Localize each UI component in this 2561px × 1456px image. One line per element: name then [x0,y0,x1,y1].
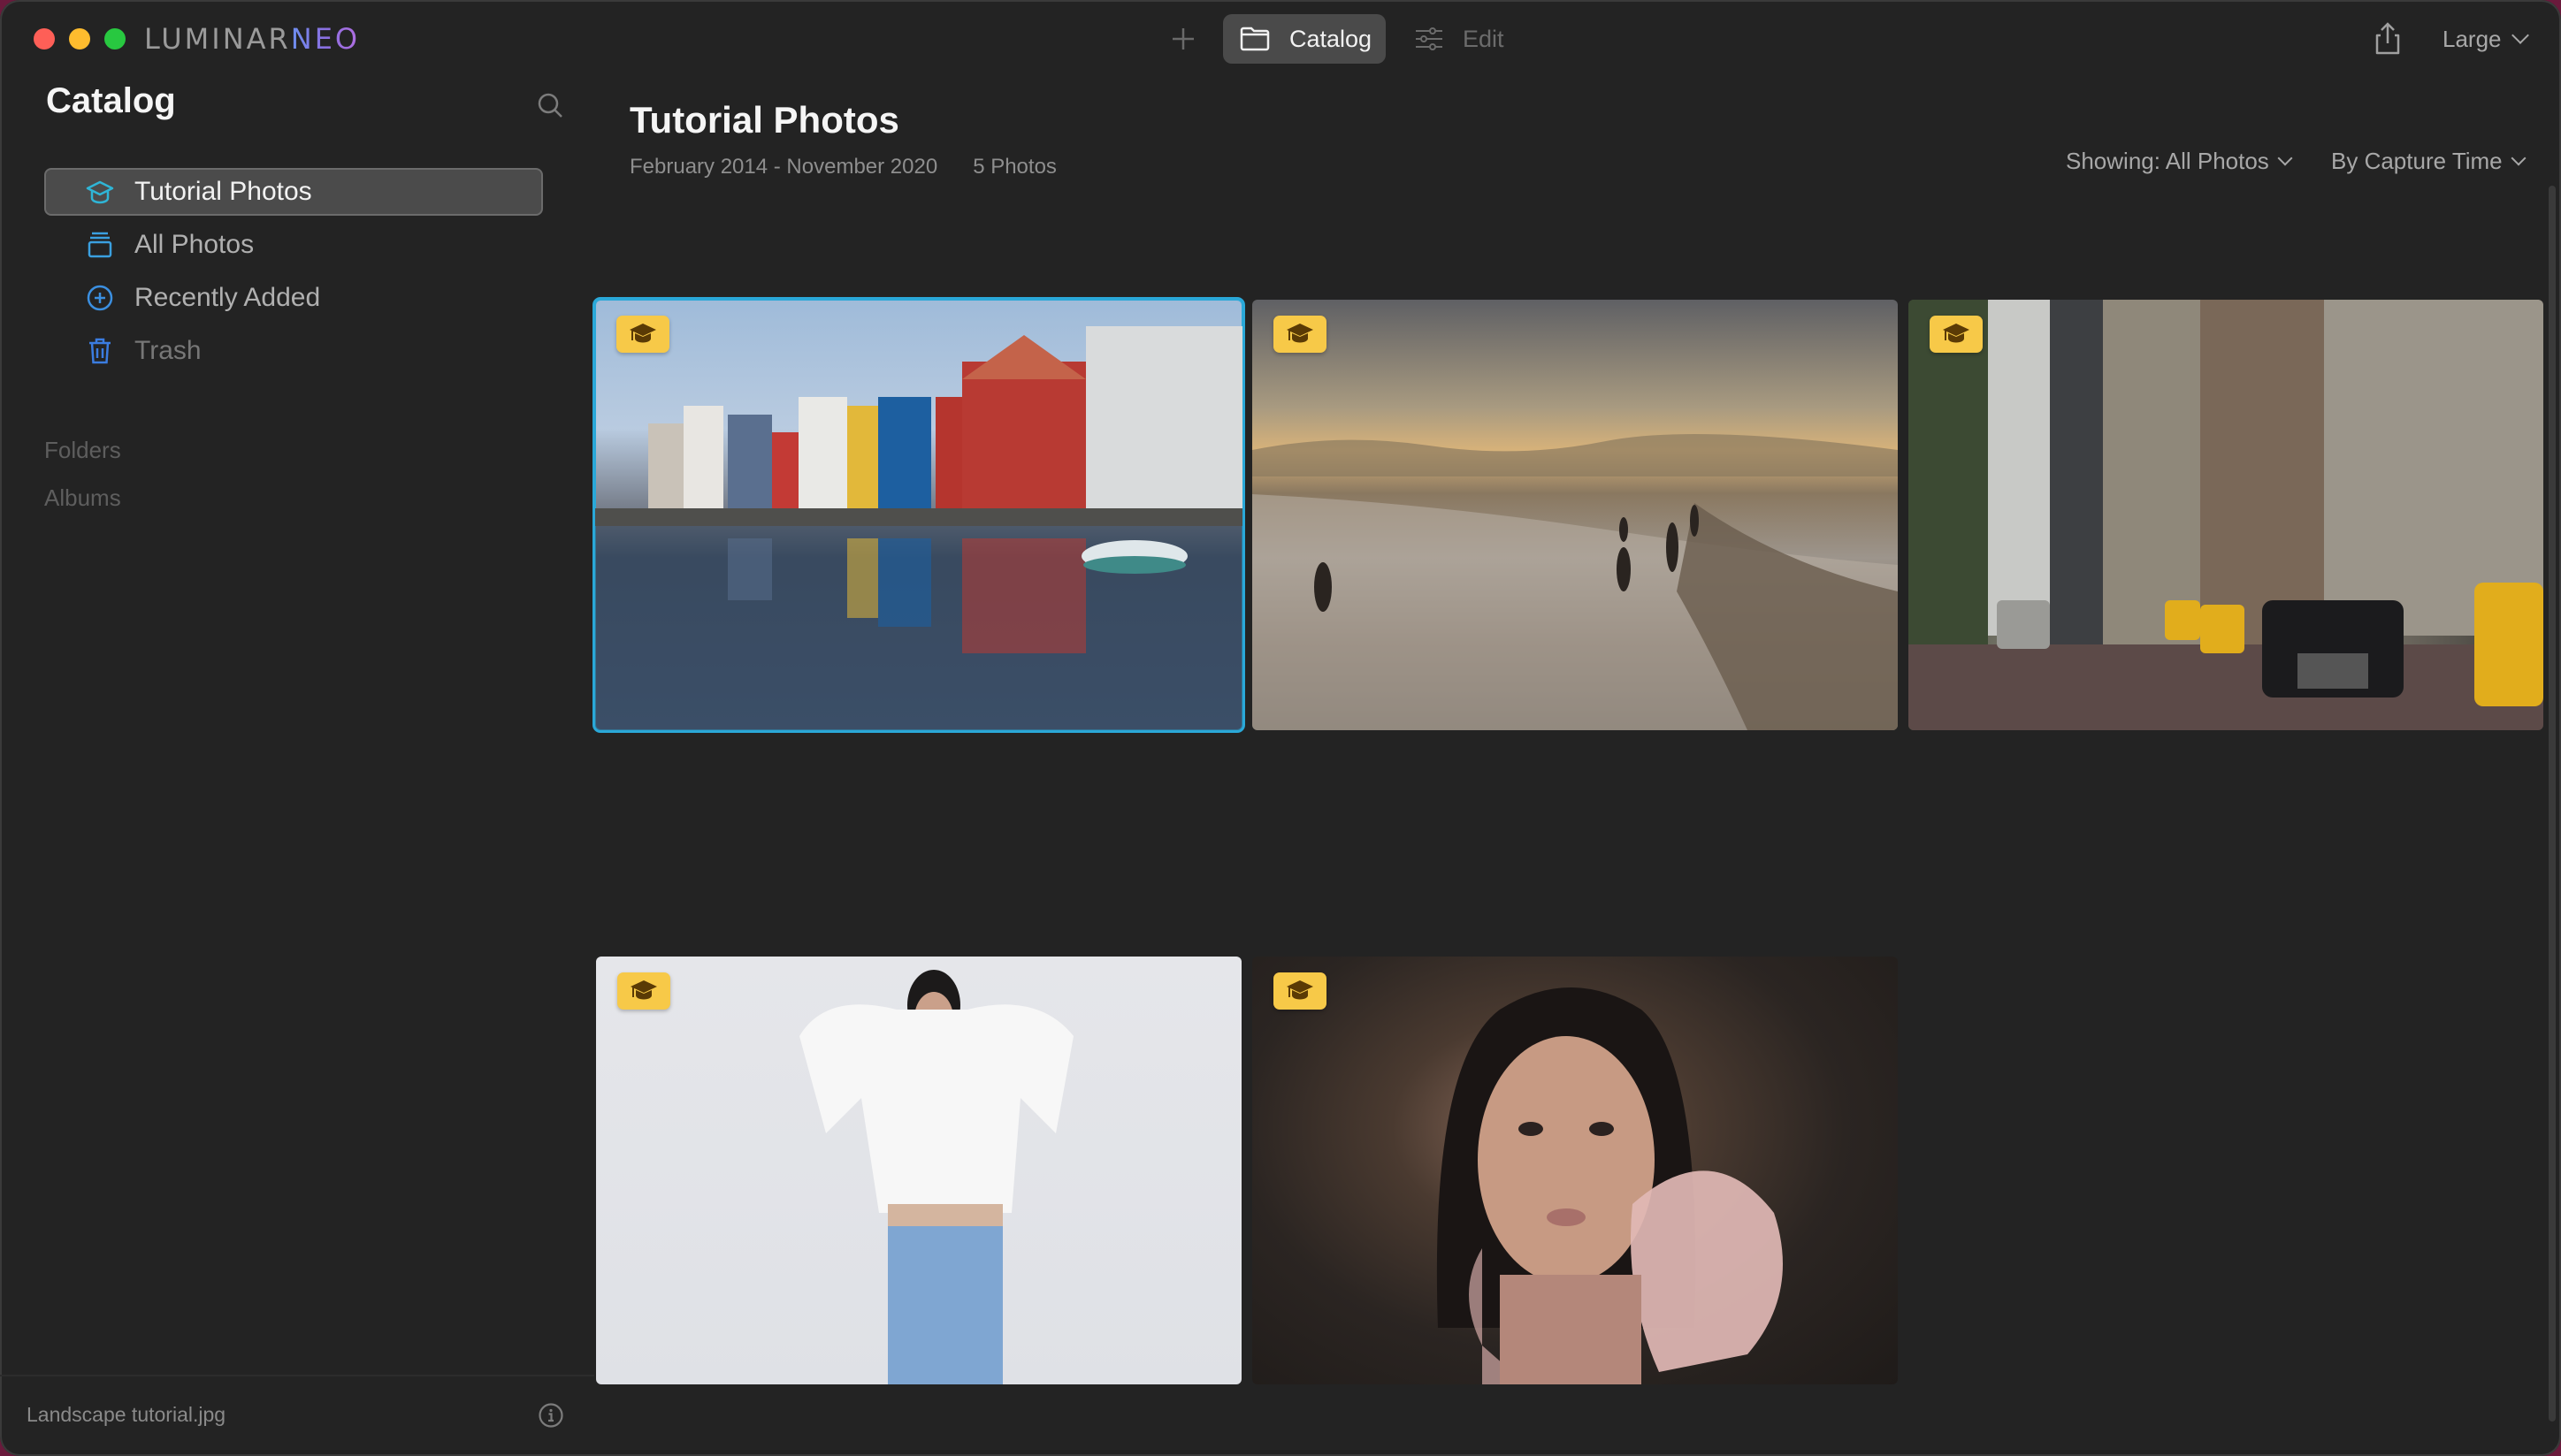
sidebar-item-trash[interactable]: Trash [44,327,543,375]
tutorial-badge [1930,316,1983,353]
search-icon [538,93,562,118]
date-range: February 2014 - November 2020 [630,155,938,179]
sidebar-item-recently-added[interactable]: Recently Added [44,274,543,322]
chevron-down-icon [2511,27,2529,44]
photo-count: 5 Photos [973,155,1057,179]
plus-icon [1173,28,1194,50]
graduation-cap-icon [1287,324,1313,343]
photo-thumbnail[interactable] [592,297,1245,733]
photo-thumbnail[interactable] [596,957,1242,1384]
sidebar: Catalog Tutorial Photos All Photos Recen… [0,71,594,1456]
sidebar-section-folders[interactable]: Folders [44,437,121,464]
photo-woman-white-blouse [799,970,1074,1384]
tutorial-badge [617,972,670,1010]
selected-filename: Landscape tutorial.jpg [27,1403,226,1426]
graduation-cap-icon [86,180,114,204]
tab-edit[interactable]: Edit [1415,14,1504,64]
share-button[interactable] [2373,21,2403,57]
photo-beach-sunset [1252,434,1898,730]
graduation-cap-icon [631,980,657,1000]
photo-thumbnail[interactable] [1252,300,1898,730]
chevron-down-icon [2511,150,2527,166]
app-window: LUMINARNEO Catalog Edit Large Catalog Tu… [0,0,2561,1456]
search-button[interactable] [536,91,564,119]
info-icon [539,1403,563,1428]
page-title: Tutorial Photos [630,99,899,141]
logo-accent: NEO [290,22,361,56]
sort-dropdown[interactable]: By Capture Time [2331,145,2527,177]
graduation-cap-icon [630,324,656,343]
graduation-cap-icon [1943,324,1969,343]
close-window-button[interactable] [34,28,55,50]
photo-thumbnail[interactable] [1252,957,1898,1384]
showing-filter-dropdown[interactable]: Showing: All Photos [2066,145,2293,177]
plus-circle-icon [87,285,113,311]
thumbnail-size-label: Large [2443,26,2502,52]
thumbnail-size-dropdown[interactable]: Large [2443,21,2529,57]
graduation-cap-icon [1287,980,1313,1000]
maximize-window-button[interactable] [104,28,126,50]
showing-filter-label: Showing: All Photos [2066,148,2269,174]
sidebar-item-label: Trash [134,336,202,365]
collection-meta: February 2014 - November 2020 5 Photos [630,155,1057,179]
tab-catalog[interactable]: Catalog [1223,14,1386,64]
info-button[interactable] [538,1402,564,1429]
sidebar-item-all-photos[interactable]: All Photos [44,221,543,269]
chevron-down-icon [2277,150,2293,166]
sidebar-item-label: All Photos [134,230,255,259]
sidebar-item-label: Tutorial Photos [134,177,312,206]
photo-waterfront-houses [595,326,1242,730]
sidebar-title: Catalog [46,81,176,120]
sidebar-footer-divider [0,1375,594,1376]
minimize-window-button[interactable] [69,28,90,50]
sidebar-section-albums[interactable]: Albums [44,484,121,512]
grid-scrollbar[interactable] [2549,186,2556,1422]
sidebar-item-tutorial-photos[interactable]: Tutorial Photos [44,168,543,216]
tutorial-badge [1273,316,1326,353]
folder-icon [1240,27,1270,51]
tab-catalog-label: Catalog [1289,25,1372,52]
photo-thumbnail[interactable] [1908,300,2543,730]
add-photos-button[interactable] [1166,21,1201,57]
app-logo: LUMINARNEO [144,21,360,57]
tab-edit-label: Edit [1463,25,1504,52]
logo-primary: LUMINAR [144,22,291,56]
share-icon [2375,22,2400,55]
sliders-icon [1416,27,1442,50]
photo-stack-icon [88,232,112,258]
photo-portrait-pink-tulle [1436,987,1783,1384]
sort-label: By Capture Time [2331,148,2503,174]
photo-city-street [1908,300,2543,730]
sidebar-item-label: Recently Added [134,283,321,312]
trash-icon [89,338,111,364]
tutorial-badge [1273,972,1326,1010]
tutorial-badge [616,316,669,353]
